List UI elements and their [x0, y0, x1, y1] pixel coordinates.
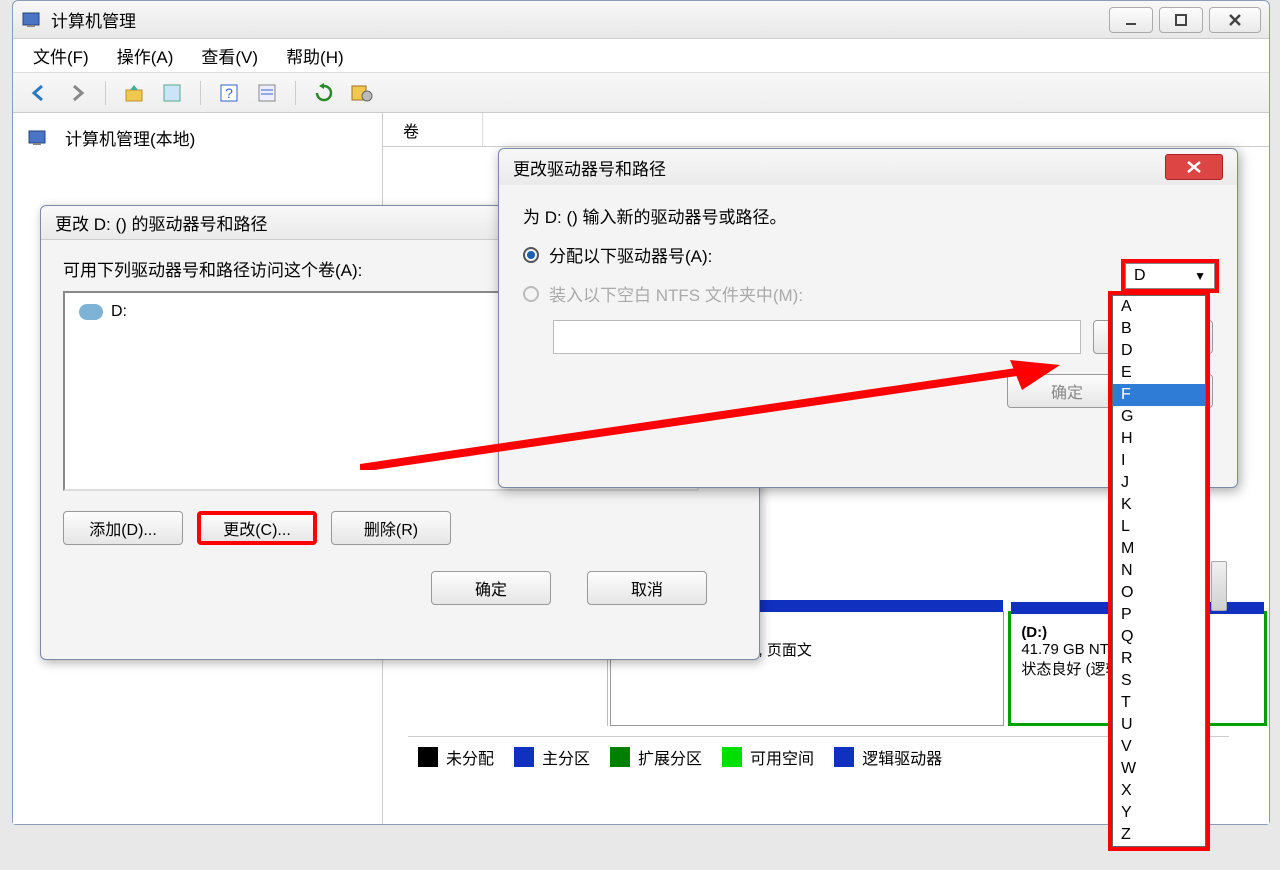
dropdown-item-P[interactable]: P: [1113, 604, 1205, 626]
dropdown-item-V[interactable]: V: [1113, 736, 1205, 758]
minimize-icon: [1123, 12, 1139, 28]
col-volume[interactable]: 卷: [393, 113, 483, 146]
swatch-logical: [834, 747, 854, 767]
folder-up-icon: [123, 82, 145, 104]
back-icon: [28, 82, 50, 104]
folder-path-input: [553, 320, 1081, 354]
close-icon: [1226, 11, 1244, 29]
refresh-button[interactable]: [310, 79, 338, 107]
list-icon: [256, 82, 278, 104]
swatch-extended: [610, 747, 630, 767]
dropdown-item-E[interactable]: E: [1113, 362, 1205, 384]
up-button[interactable]: [120, 79, 148, 107]
dialog2-ok-button[interactable]: 确定: [1007, 374, 1127, 408]
dropdown-item-K[interactable]: K: [1113, 494, 1205, 516]
dropdown-item-H[interactable]: H: [1113, 428, 1205, 450]
list-button[interactable]: [253, 79, 281, 107]
menu-action[interactable]: 操作(A): [117, 43, 174, 68]
window-controls: [1109, 7, 1261, 33]
menu-view[interactable]: 查看(V): [201, 43, 258, 68]
dropdown-item-F[interactable]: F: [1113, 384, 1205, 406]
tree-root-label: 计算机管理(本地): [65, 125, 195, 150]
selected-letter: D: [1134, 267, 1146, 285]
dropdown-item-Q[interactable]: Q: [1113, 626, 1205, 648]
list-header: 卷: [383, 113, 1269, 147]
legend-extended: 扩展分区: [638, 745, 702, 769]
settings-button[interactable]: [348, 79, 376, 107]
swatch-free: [722, 747, 742, 767]
forward-icon: [66, 82, 88, 104]
back-button[interactable]: [25, 79, 53, 107]
legend-logical: 逻辑驱动器: [862, 745, 942, 769]
drive-letter-label: D:: [111, 303, 127, 321]
minimize-button[interactable]: [1109, 7, 1153, 33]
dropdown-item-A[interactable]: A: [1113, 296, 1205, 318]
help-button[interactable]: ?: [215, 79, 243, 107]
radio-assign[interactable]: [523, 247, 539, 263]
drive-letter-dropdown[interactable]: ABDEFGHIJKLMNOPQRSTUVWXYZ: [1112, 295, 1206, 847]
dropdown-item-Z[interactable]: Z: [1113, 824, 1205, 846]
dropdown-item-W[interactable]: W: [1113, 758, 1205, 780]
mount-folder-label: 装入以下空白 NTFS 文件夹中(M):: [549, 281, 803, 306]
dropdown-item-B[interactable]: B: [1113, 318, 1205, 340]
cancel-button[interactable]: 取消: [587, 571, 707, 605]
dialog2-close-button[interactable]: [1165, 154, 1223, 180]
add-button[interactable]: 添加(D)...: [63, 511, 183, 545]
mount-folder-option[interactable]: 装入以下空白 NTFS 文件夹中(M):: [523, 281, 1213, 306]
chevron-down-icon: ▼: [1194, 269, 1206, 283]
dropdown-item-Y[interactable]: Y: [1113, 802, 1205, 824]
menubar: 文件(F) 操作(A) 查看(V) 帮助(H): [13, 39, 1269, 73]
remove-button[interactable]: 删除(R): [331, 511, 451, 545]
dropdown-item-X[interactable]: X: [1113, 780, 1205, 802]
dropdown-item-T[interactable]: T: [1113, 692, 1205, 714]
tree-root[interactable]: 计算机管理(本地): [27, 121, 368, 154]
scrollbar-thumb[interactable]: [1211, 561, 1227, 611]
dropdown-item-O[interactable]: O: [1113, 582, 1205, 604]
dialog2-title: 更改驱动器号和路径: [513, 155, 666, 180]
legend-unalloc: 未分配: [446, 745, 494, 769]
drive-icon: [79, 304, 103, 320]
dialog2-prompt: 为 D: () 输入新的驱动器号或路径。: [523, 203, 1213, 228]
dropdown-item-R[interactable]: R: [1113, 648, 1205, 670]
swatch-primary: [514, 747, 534, 767]
forward-button[interactable]: [63, 79, 91, 107]
legend: 未分配 主分区 扩展分区 可用空间 逻辑驱动器: [408, 736, 1229, 770]
computer-icon: [27, 128, 47, 148]
change-button[interactable]: 更改(C)...: [197, 511, 317, 545]
assign-letter-option[interactable]: 分配以下驱动器号(A):: [523, 242, 1213, 267]
help-icon: ?: [218, 82, 240, 104]
dropdown-item-U[interactable]: U: [1113, 714, 1205, 736]
close-icon: [1185, 160, 1203, 174]
dropdown-item-M[interactable]: M: [1113, 538, 1205, 560]
refresh-icon: [313, 82, 335, 104]
menu-file[interactable]: 文件(F): [33, 43, 89, 68]
dropdown-item-L[interactable]: L: [1113, 516, 1205, 538]
settings-icon: [350, 82, 374, 104]
dropdown-item-N[interactable]: N: [1113, 560, 1205, 582]
legend-primary: 主分区: [542, 745, 590, 769]
toolbar: ?: [13, 73, 1269, 113]
close-button[interactable]: [1209, 7, 1261, 33]
dialog2-titlebar: 更改驱动器号和路径: [499, 149, 1237, 185]
legend-free: 可用空间: [750, 745, 814, 769]
dropdown-item-J[interactable]: J: [1113, 472, 1205, 494]
assign-letter-label: 分配以下驱动器号(A):: [549, 242, 712, 267]
window-title: 计算机管理: [51, 7, 136, 32]
dropdown-item-D[interactable]: D: [1113, 340, 1205, 362]
menu-help[interactable]: 帮助(H): [286, 43, 344, 68]
dropdown-item-S[interactable]: S: [1113, 670, 1205, 692]
properties-button[interactable]: [158, 79, 186, 107]
drive-letter-select[interactable]: D ▼: [1125, 263, 1215, 289]
dropdown-item-G[interactable]: G: [1113, 406, 1205, 428]
properties-icon: [161, 82, 183, 104]
dropdown-item-I[interactable]: I: [1113, 450, 1205, 472]
swatch-unalloc: [418, 747, 438, 767]
maximize-button[interactable]: [1159, 7, 1203, 33]
maximize-icon: [1173, 12, 1189, 28]
app-icon: [21, 10, 41, 30]
radio-mount[interactable]: [523, 286, 539, 302]
ok-button[interactable]: 确定: [431, 571, 551, 605]
svg-text:?: ?: [225, 85, 233, 101]
titlebar: 计算机管理: [13, 1, 1269, 39]
